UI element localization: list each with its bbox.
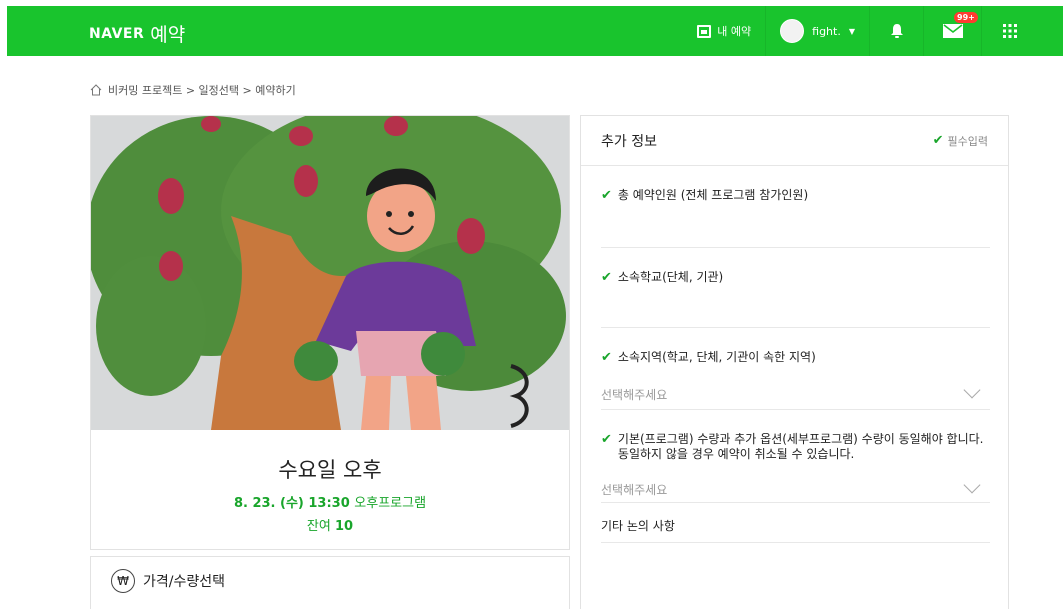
event-title: 수요일 오후 (278, 458, 382, 482)
extra-info-panel: 추가 정보 ✔ 필수입력 ✔ 총 예약인원 (전체 프로그램 참가인원) ✔ 소… (580, 115, 1009, 609)
won-currency-icon: ₩ (111, 569, 135, 593)
field-label-text: 기타 논의 사항 (601, 519, 675, 533)
my-reservation-label: 내 예약 (717, 25, 752, 38)
breadcrumb-path[interactable]: 비커밍 프로젝트 > 일정선택 > 예약하기 (108, 82, 296, 98)
check-icon: ✔ (601, 270, 612, 285)
mail-count-badge: 99+ (954, 12, 978, 23)
event-program: 오후프로그램 (354, 496, 427, 511)
extra-info-title: 추가 정보 (601, 133, 657, 150)
field-region: ✔ 소속지역(학교, 단체, 기관이 속한 지역) 선택해주세요 (601, 328, 990, 410)
chevron-down-icon: ▼ (848, 26, 855, 36)
event-info: 수요일 오후 8. 23. (수) 13:30 오후프로그램 잔여 10 (91, 430, 569, 549)
field-label: ✔ 소속지역(학교, 단체, 기관이 속한 지역) (601, 350, 990, 365)
breadcrumb: 비커밍 프로젝트 > 일정선택 > 예약하기 (90, 82, 296, 98)
service-name: 예약 (150, 24, 186, 46)
check-icon: ✔ (932, 133, 944, 148)
field-label: ✔ 소속학교(단체, 기관) (601, 270, 990, 285)
calendar-icon (697, 24, 712, 38)
field-label-text: 총 예약인원 (전체 프로그램 참가인원) (617, 188, 809, 202)
avatar (780, 19, 805, 43)
user-menu[interactable]: fight. ▼ (765, 6, 869, 56)
username: fight. (812, 24, 841, 38)
naver-reservation-logo[interactable]: NAVER 예약 (89, 20, 185, 47)
notification-button[interactable] (869, 6, 923, 56)
event-date: 8. 23. (수) 13:30 (233, 496, 350, 511)
remaining-count: 잔여 10 (91, 515, 569, 534)
extra-info-header: 추가 정보 ✔ 필수입력 (581, 116, 1008, 166)
field-total-attendees: ✔ 총 예약인원 (전체 프로그램 참가인원) (601, 166, 990, 248)
field-option-quantity: ✔ 기본(프로그램) 수량과 추가 옵션(세부프로그램) 수량이 동일해야 합니… (601, 410, 990, 503)
check-icon: ✔ (601, 188, 612, 203)
event-card: 수요일 오후 8. 23. (수) 13:30 오후프로그램 잔여 10 (90, 115, 570, 550)
price-quantity-title: 가격/수량선택 (143, 574, 225, 590)
field-other-discussion[interactable]: 기타 논의 사항 (601, 503, 990, 543)
check-icon: ✔ (601, 432, 612, 447)
event-illustration (91, 116, 569, 430)
apps-menu-button[interactable] (981, 6, 1037, 56)
select-placeholder: 선택해주세요 (601, 482, 668, 497)
required-indicator: ✔ 필수입력 (933, 133, 988, 149)
field-label-text: 소속학교(단체, 기관) (617, 270, 724, 284)
select-placeholder: 선택해주세요 (601, 387, 668, 402)
field-label: ✔ 기본(프로그램) 수량과 추가 옵션(세부프로그램) 수량이 동일해야 합니… (601, 432, 990, 462)
grid-icon (1002, 24, 1017, 38)
field-affiliation: ✔ 소속학교(단체, 기관) (601, 248, 990, 328)
field-label: ✔ 총 예약인원 (전체 프로그램 참가인원) (601, 188, 990, 203)
required-label: 필수입력 (947, 134, 988, 148)
price-quantity-section: ₩ 가격/수량선택 (90, 556, 570, 609)
my-reservation-link[interactable]: 내 예약 (683, 6, 765, 56)
remaining-value: 10 (334, 519, 354, 534)
field-label-text: 소속지역(학교, 단체, 기관이 속한 지역) (617, 350, 816, 364)
field-label-text: 기본(프로그램) 수량과 추가 옵션(세부프로그램) 수량이 동일해야 합니다.… (617, 432, 984, 461)
mail-icon (942, 24, 963, 38)
price-quantity-header[interactable]: ₩ 가격/수량선택 (91, 557, 569, 605)
chevron-down-icon (963, 476, 981, 494)
home-icon[interactable] (90, 84, 102, 96)
region-select[interactable]: 선택해주세요 (601, 377, 990, 411)
event-datetime: 8. 23. (수) 13:30 오후프로그램 (91, 492, 569, 511)
bell-icon (890, 24, 903, 38)
option-select[interactable]: 선택해주세요 (601, 472, 990, 506)
header-nav: 내 예약 fight. ▼ 99+ (683, 6, 1063, 56)
top-navigation-bar: NAVER 예약 내 예약 fight. ▼ 99+ (7, 6, 1063, 56)
remaining-label: 잔여 (306, 519, 331, 534)
check-icon: ✔ (601, 350, 612, 365)
chevron-down-icon (963, 381, 981, 399)
brand-name: NAVER (89, 25, 145, 42)
child-drawing-image (91, 116, 569, 430)
mail-button[interactable]: 99+ (923, 6, 981, 56)
